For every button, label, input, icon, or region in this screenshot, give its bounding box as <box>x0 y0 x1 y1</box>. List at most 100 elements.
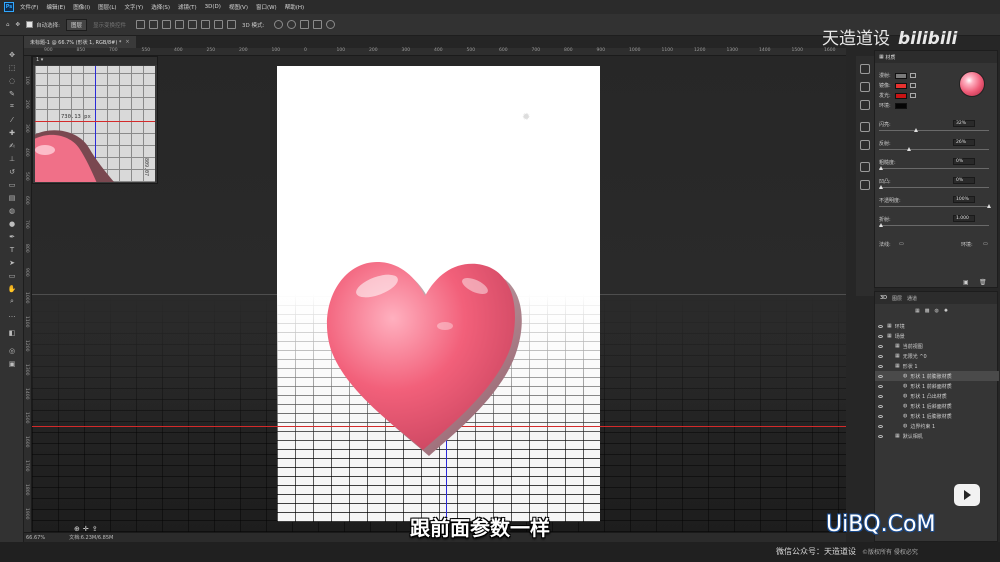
specular-row[interactable]: 镜像: <box>879 82 916 89</box>
align-left-icon[interactable] <box>136 20 145 29</box>
layer-row[interactable]: ◍ 边界约束 1 <box>875 421 999 431</box>
menu-help[interactable]: 帮助(H) <box>285 3 304 11</box>
hand-tool-icon[interactable]: ✋ <box>6 284 18 293</box>
menu-view[interactable]: 视图(V) <box>229 3 248 11</box>
material-slider[interactable]: 折射: 1.000 <box>879 215 995 227</box>
more-tools-icon[interactable]: … <box>6 310 18 319</box>
zoom-level[interactable]: 66.67% <box>26 535 45 541</box>
gradient-tool-icon[interactable]: ▤ <box>6 193 18 202</box>
visibility-eye-icon[interactable] <box>878 354 883 358</box>
slider-track[interactable] <box>879 225 989 226</box>
layer-row[interactable]: ▦ 当前视图 <box>875 341 999 351</box>
tab-channels[interactable]: 通道 <box>907 295 917 302</box>
mesh-filter-icon[interactable]: ▩ <box>925 308 930 314</box>
auto-select-checkbox[interactable]: 自动选择: <box>26 21 60 29</box>
align-right-icon[interactable] <box>162 20 171 29</box>
illumination-color-swatch[interactable] <box>895 92 907 99</box>
slider-thumb[interactable] <box>879 185 883 189</box>
move-tool-icon[interactable]: ✥ <box>16 22 21 28</box>
align-center-icon[interactable] <box>149 20 158 29</box>
screen-mode-icon[interactable]: ▣ <box>6 359 18 368</box>
visibility-eye-icon[interactable] <box>878 374 883 378</box>
camera-icon[interactable]: ⇪ <box>92 525 98 532</box>
eyedropper-tool-icon[interactable]: ⁄ <box>6 115 18 124</box>
new-material-icon[interactable]: ▣ <box>963 279 969 286</box>
secondary-view-canvas[interactable]: 730.13 px 809.07 <box>35 66 155 182</box>
diffuse-row[interactable]: 漫射: <box>879 72 916 79</box>
3d-heart-shape[interactable] <box>325 256 525 462</box>
rectangle-tool-icon[interactable]: ▭ <box>6 271 18 280</box>
material-slider[interactable]: 不透明度: 100% <box>879 196 995 208</box>
secondary-view-panel[interactable]: 1 ▾ 730.13 px 809.07 <box>32 56 158 184</box>
lasso-tool-icon[interactable]: ◌ <box>6 76 18 85</box>
menu-filter[interactable]: 滤镜(T) <box>178 3 197 11</box>
home-icon[interactable]: ⌂ <box>6 22 10 28</box>
menu-file[interactable]: 文件(F) <box>20 3 38 11</box>
menu-3d[interactable]: 3D(D) <box>205 4 221 10</box>
adjustments-icon[interactable] <box>860 82 870 92</box>
healing-tool-icon[interactable]: ✚ <box>6 128 18 137</box>
layer-row[interactable]: ◍ 形状 1 前斜面材质 <box>875 381 999 391</box>
folder-icon[interactable]: ▭ <box>899 241 904 247</box>
visibility-eye-icon[interactable] <box>878 384 883 388</box>
auto-select-dropdown[interactable]: 图层 <box>65 18 87 31</box>
document-canvas[interactable] <box>277 66 600 522</box>
move-tool-icon[interactable]: ✥ <box>6 50 18 59</box>
visibility-eye-icon[interactable] <box>878 404 883 408</box>
material-preview-sphere[interactable] <box>959 71 985 97</box>
material-filter-icon[interactable]: ◍ <box>934 308 938 314</box>
more-options-icon[interactable] <box>227 20 236 29</box>
material-slider[interactable]: 闪亮: 32% <box>879 120 995 132</box>
pen-tool-icon[interactable]: ✒ <box>6 232 18 241</box>
layer-row[interactable]: ◍ 形状 1 后膨胀材质 <box>875 411 999 421</box>
slider-thumb[interactable] <box>879 223 883 227</box>
pan-3d-icon[interactable] <box>300 20 310 29</box>
visibility-eye-icon[interactable] <box>878 344 883 348</box>
delete-icon[interactable]: 🗑 <box>979 279 987 286</box>
slider-track[interactable] <box>879 149 989 150</box>
folder-icon[interactable] <box>910 93 916 98</box>
slider-value-field[interactable]: 100% <box>953 196 975 203</box>
align-top-icon[interactable] <box>175 20 184 29</box>
history-icon[interactable] <box>860 64 870 74</box>
brush-tool-icon[interactable]: ✍ <box>6 141 18 150</box>
scale-3d-icon[interactable] <box>326 20 336 29</box>
menu-type[interactable]: 文字(Y) <box>125 3 144 11</box>
folder-icon[interactable] <box>910 73 916 78</box>
zoom-tool-icon[interactable]: ⌕ <box>6 297 18 306</box>
quick-mask-icon[interactable]: ◎ <box>6 346 18 355</box>
tab-layers[interactable]: 图层 <box>892 295 902 302</box>
stamp-tool-icon[interactable]: ⊥ <box>6 154 18 163</box>
slider-value-field[interactable]: 32% <box>953 120 975 127</box>
slider-value-field[interactable]: 0% <box>953 177 975 184</box>
orbit-3d-icon[interactable] <box>274 20 284 29</box>
slider-track[interactable] <box>879 187 989 188</box>
character-icon[interactable] <box>860 122 870 132</box>
light-filter-icon[interactable]: ✹ <box>944 308 948 314</box>
scene-filter-icon[interactable]: ▦ <box>915 308 920 314</box>
visibility-eye-icon[interactable] <box>878 334 883 338</box>
layer-row[interactable]: ▦ 无限光 ^0 <box>875 351 999 361</box>
pan-icon[interactable]: ✛ <box>83 525 89 532</box>
align-bottom-icon[interactable] <box>201 20 210 29</box>
material-slider[interactable]: 粗糙度: 0% <box>879 158 995 170</box>
tab-3d[interactable]: 3D <box>880 295 887 301</box>
layer-row[interactable]: ▦ 环境 <box>875 321 999 331</box>
layer-row[interactable]: ◍ 形状 1 前膨胀材质 <box>875 371 999 381</box>
orbit-icon[interactable]: ⊕ <box>74 525 80 532</box>
slider-value-field[interactable]: 1.000 <box>953 215 975 222</box>
properties-tab[interactable]: ▦ 材质 <box>875 51 997 63</box>
ambient-row[interactable]: 环境: <box>879 102 910 109</box>
layer-row[interactable]: ▦ 形状 1 <box>875 361 999 371</box>
ambient-color-swatch[interactable] <box>895 102 907 109</box>
light-gizmo-icon[interactable]: ✹ <box>522 112 530 123</box>
crop-tool-icon[interactable]: ⌗ <box>6 102 18 111</box>
layer-row[interactable]: ▦ 默认相机 <box>875 431 999 441</box>
document-size[interactable]: 文档:6.23M/6.85M <box>69 534 113 541</box>
document-tab[interactable]: 未标题-1 @ 66.7% (形状 1, RGB/8#) * × <box>24 36 136 48</box>
quick-select-tool-icon[interactable]: ✎ <box>6 89 18 98</box>
slider-thumb[interactable] <box>907 147 912 151</box>
menu-image[interactable]: 图像(I) <box>73 3 90 11</box>
paragraph-icon[interactable] <box>860 140 870 150</box>
show-transform-controls[interactable]: 显示变换控件 <box>93 21 126 29</box>
